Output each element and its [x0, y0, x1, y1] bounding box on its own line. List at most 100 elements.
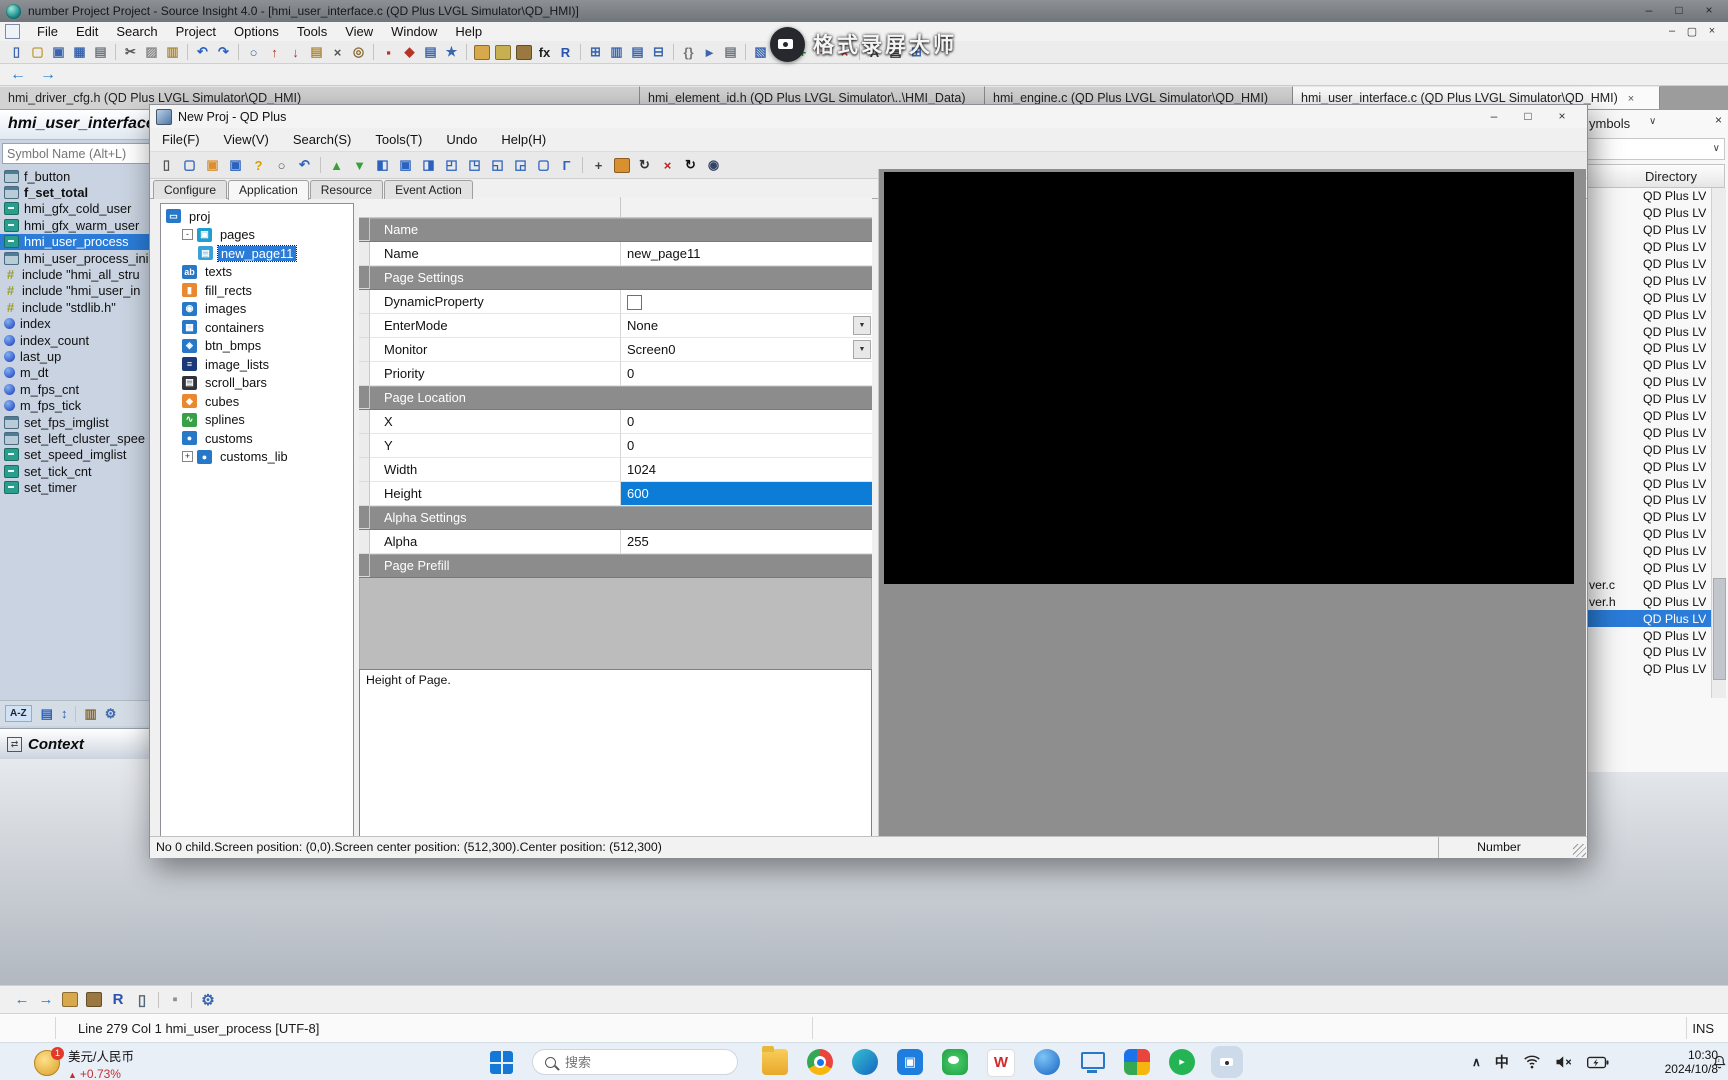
widgets-button[interactable]: 1 美元/人民币 ▲ +0.73% [34, 1046, 134, 1080]
copy-icon[interactable]: ▨ [142, 43, 161, 62]
pan-hand-icon[interactable] [611, 155, 632, 176]
property-value[interactable]: new_page11 [621, 242, 872, 266]
tree-item-pages[interactable]: - ▣ pages [161, 226, 353, 245]
recorder-icon[interactable] [1214, 1049, 1240, 1075]
store-icon[interactable]: ▣ [897, 1049, 923, 1075]
directory-row[interactable]: QD Plus LV [1587, 644, 1711, 661]
qd-tab-resource[interactable]: Resource [309, 180, 384, 199]
maximize-button[interactable]: □ [1664, 2, 1694, 20]
qd-menu-help[interactable]: Help(H) [489, 131, 558, 149]
sort-alpha-button[interactable]: A-Z [5, 705, 32, 722]
tree-item-customs[interactable]: ● customs [161, 429, 353, 448]
directory-row[interactable]: QD Plus LV [1587, 323, 1711, 340]
history-forward-icon[interactable]: → [40, 66, 56, 84]
mdi-restore-button[interactable]: ▢ [1682, 25, 1702, 38]
directory-row[interactable]: QD Plus LV [1587, 441, 1711, 458]
qd-tab-configure[interactable]: Configure [153, 180, 228, 199]
directory-row[interactable]: QD Plus LV [1587, 289, 1711, 306]
symbol-item[interactable]: f_button [0, 168, 156, 184]
property-value[interactable]: 0 [621, 410, 872, 434]
tree-item-image_lists[interactable]: ≡ image_lists [161, 355, 353, 374]
directory-row[interactable]: QD Plus LV [1587, 661, 1711, 678]
directory-row[interactable]: QD Plus LV [1587, 306, 1711, 323]
paste-icon[interactable]: ▥ [163, 43, 182, 62]
edit-form-icon[interactable]: ▣ [225, 155, 246, 176]
search-icon[interactable]: ○ [244, 43, 263, 62]
move-up-icon[interactable]: ▲ [326, 155, 347, 176]
symbol-item[interactable]: # include "hmi_all_stru [0, 266, 156, 282]
close-button[interactable]: × [1694, 2, 1724, 20]
menu-search[interactable]: Search [107, 23, 166, 41]
menu-project[interactable]: Project [167, 23, 225, 41]
browse-symbols-icon[interactable]: ◎ [349, 43, 368, 62]
taskbar-search-box[interactable] [532, 1049, 738, 1075]
start-button[interactable] [490, 1051, 513, 1074]
directory-row[interactable]: QD Plus LV [1587, 222, 1711, 239]
move-down-icon[interactable]: ▼ [349, 155, 370, 176]
corner-icon[interactable]: Γ [556, 155, 577, 176]
mdi-close-button[interactable]: × [1702, 25, 1722, 38]
symbol-item[interactable]: m_fps_tick [0, 397, 156, 413]
directory-row[interactable]: QD Plus LV [1587, 272, 1711, 289]
settings-gear-icon[interactable]: ⚙ [197, 989, 219, 1011]
new-page-icon[interactable]: ▯ [156, 155, 177, 176]
align-icon[interactable]: ▤ [721, 43, 740, 62]
qd-menu-undo[interactable]: Undo [434, 131, 489, 149]
menu-window[interactable]: Window [382, 23, 446, 41]
wechat-icon[interactable] [942, 1049, 968, 1075]
delete-icon[interactable]: × [657, 155, 678, 176]
property-value[interactable]: 0 [621, 434, 872, 458]
save-icon[interactable]: ▣ [49, 43, 68, 62]
symbol-item[interactable]: m_dt [0, 365, 156, 381]
directory-row[interactable]: ver.c QD Plus LV [1587, 576, 1711, 593]
edge-icon[interactable] [852, 1049, 878, 1075]
resize-grip[interactable] [1573, 844, 1586, 857]
volume-muted-icon[interactable] [1555, 1054, 1573, 1070]
dropdown-button[interactable]: ▼ [853, 340, 871, 359]
menu-help[interactable]: Help [446, 23, 491, 41]
qd-menu-view[interactable]: View(V) [212, 131, 281, 149]
app-grid-icon[interactable] [1124, 1049, 1150, 1075]
undo-icon[interactable]: ↶ [294, 155, 315, 176]
symbol-item[interactable]: # include "stdlib.h" [0, 299, 156, 315]
symbol-item[interactable]: set_speed_imglist [0, 447, 156, 463]
symbol-item[interactable]: set_left_cluster_spee [0, 430, 156, 446]
directory-row[interactable]: QD Plus LV [1587, 475, 1711, 492]
preview-eye-icon[interactable]: ◉ [703, 155, 724, 176]
monitor-icon[interactable] [1079, 1049, 1105, 1075]
menu-view[interactable]: View [336, 23, 382, 41]
forward-icon[interactable]: → [35, 989, 57, 1011]
mdi-minimize-button[interactable]: – [1662, 25, 1682, 38]
symbol-item[interactable]: hmi_user_process [0, 233, 156, 250]
green-app-icon[interactable]: ▸ [1169, 1049, 1195, 1075]
directory-row[interactable]: QD Plus LV [1587, 188, 1711, 205]
align-bottom-icon[interactable]: ◱ [487, 155, 508, 176]
qd-close-button[interactable]: × [1545, 107, 1579, 126]
symbol-hand-icon[interactable] [472, 43, 491, 62]
bookmark-list-icon[interactable]: ◆ [400, 43, 419, 62]
directory-row[interactable]: QD Plus LV [1587, 357, 1711, 374]
tree-item-fill_rects[interactable]: ▮ fill_rects [161, 281, 353, 300]
replace-icon[interactable]: ↑ [265, 43, 284, 62]
tree-expander-icon[interactable]: - [182, 229, 193, 241]
cut-icon[interactable]: ✂ [121, 43, 140, 62]
columns-icon[interactable]: ▥ [607, 43, 626, 62]
file-list-icon[interactable]: ▤ [421, 43, 440, 62]
menu-file[interactable]: File [28, 23, 67, 41]
property-value[interactable] [621, 290, 872, 314]
qd-tab-event-action[interactable]: Event Action [384, 180, 473, 199]
same-width-icon[interactable]: ◲ [510, 155, 531, 176]
directory-row[interactable]: QD Plus LV [1587, 239, 1711, 256]
wifi-icon[interactable] [1523, 1054, 1541, 1070]
directory-row[interactable]: QD Plus LV [1587, 458, 1711, 475]
symbol-item[interactable]: hmi_gfx_cold_user [0, 201, 156, 217]
directory-row[interactable]: QD Plus LV [1587, 424, 1711, 441]
options-gear-icon[interactable]: ⚙ [105, 706, 117, 722]
property-value[interactable]: 255 [621, 530, 872, 554]
page-preview-panel[interactable] [878, 169, 1586, 837]
list-view-icon[interactable]: ▤ [41, 706, 53, 722]
menu-edit[interactable]: Edit [67, 23, 107, 41]
table-icon[interactable]: ⊞ [586, 43, 605, 62]
directory-row[interactable]: QD Plus LV [1587, 408, 1711, 425]
qd-menu-tools[interactable]: Tools(T) [363, 131, 434, 149]
